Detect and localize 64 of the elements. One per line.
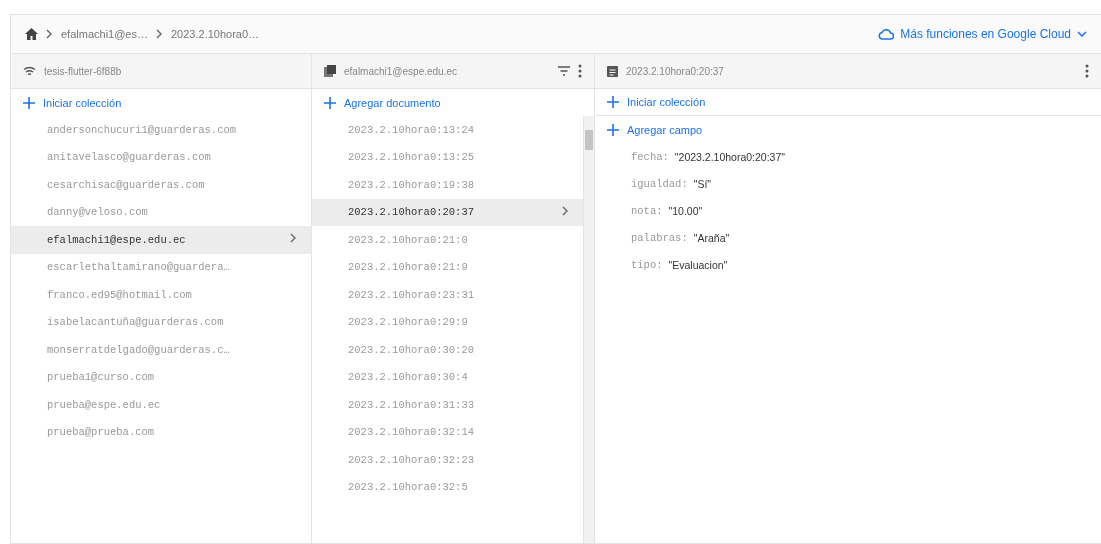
chevron-right-icon: [156, 29, 163, 39]
list-item[interactable]: prueba1@curso.com: [11, 363, 311, 391]
list-item[interactable]: 2023.2.10hora0:32:5: [312, 473, 583, 501]
more-icon[interactable]: [1085, 64, 1089, 78]
list-item[interactable]: andersonchucuri1@guarderas.com: [11, 116, 311, 144]
collection-icon: [324, 65, 336, 77]
list-item[interactable]: 2023.2.10hora0:13:25: [312, 143, 583, 171]
list-item[interactable]: prueba@espe.edu.ec: [11, 391, 311, 419]
list-item[interactable]: cesarchisac@guarderas.com: [11, 171, 311, 199]
add-field-button[interactable]: Agregar campo: [595, 116, 1101, 143]
home-icon[interactable]: [25, 28, 38, 40]
scrollbar[interactable]: [583, 116, 594, 543]
list-item[interactable]: 2023.2.10hora0:30:20: [312, 336, 583, 364]
list-item[interactable]: 2023.2.10hora0:30:4: [312, 363, 583, 391]
field-name: igualdad:: [631, 177, 688, 190]
field-value: "10.00": [668, 204, 703, 217]
start-collection-button[interactable]: Iniciar colección: [595, 89, 1101, 116]
column-title: 2023.2.10hora0:20:37: [626, 65, 724, 77]
breadcrumb-link[interactable]: efalmachi1@es…: [61, 28, 148, 40]
caret-icon: [1077, 31, 1087, 37]
plus-icon: [324, 96, 336, 109]
list-item[interactable]: 2023.2.10hora0:20:37: [312, 198, 583, 226]
plus-icon: [23, 96, 35, 109]
list-item[interactable]: 2023.2.10hora0:29:9: [312, 308, 583, 336]
cloud-icon: [878, 28, 895, 40]
list-item[interactable]: 2023.2.10hora0:32:23: [312, 446, 583, 474]
field-name: palabras:: [631, 231, 688, 244]
plus-icon: [607, 123, 619, 136]
chevron-right-icon: [290, 233, 297, 244]
list-item[interactable]: 2023.2.10hora0:23:31: [312, 281, 583, 309]
list-item[interactable]: 2023.2.10hora0:13:24: [312, 116, 583, 144]
list-item[interactable]: 2023.2.10hora0:19:38: [312, 171, 583, 199]
list-item[interactable]: anitavelasco@guarderas.com: [11, 143, 311, 171]
cloud-functions-button[interactable]: Más funciones en Google Cloud: [876, 25, 1089, 43]
breadcrumb-link[interactable]: 2023.2.10hora0…: [171, 28, 260, 40]
field-value: "2023.2.10hora0:20:37": [674, 150, 786, 163]
wifi-icon: [23, 65, 36, 77]
field-value: "Evaluacion": [668, 258, 728, 271]
chevron-right-icon: [46, 29, 53, 39]
chevron-right-icon: [562, 205, 569, 216]
field-name: fecha:: [631, 150, 669, 163]
column-title: efalmachi1@espe.edu.ec: [344, 65, 457, 77]
list-item[interactable]: 2023.2.10hora0:32:14: [312, 418, 583, 446]
list-item[interactable]: monserratdelgado@guarderas.c…: [11, 336, 311, 364]
list-item[interactable]: efalmachi1@espe.edu.ec: [11, 226, 311, 254]
document-icon: [607, 65, 618, 77]
list-item[interactable]: prueba@prueba.com: [11, 418, 311, 446]
list-item[interactable]: 2023.2.10hora0:21:9: [312, 253, 583, 281]
field-value: "Araña": [693, 231, 730, 244]
start-collection-button[interactable]: Iniciar colección: [11, 89, 311, 116]
column-title: tesis-flutter-6f88b: [44, 65, 122, 77]
list-item[interactable]: 2023.2.10hora0:21:0: [312, 226, 583, 254]
list-item[interactable]: escarlethaltamirano@guardera…: [11, 253, 311, 281]
list-item[interactable]: franco.ed95@hotmail.com: [11, 281, 311, 309]
plus-icon: [607, 96, 619, 108]
list-item[interactable]: danny@veloso.com: [11, 198, 311, 226]
add-document-button[interactable]: Agregar documento: [312, 89, 594, 116]
field-value: "Sí": [693, 177, 712, 190]
list-item[interactable]: 2023.2.10hora0:31:33: [312, 391, 583, 419]
list-item[interactable]: isabelacantuña@guarderas.com: [11, 308, 311, 336]
field-name: nota:: [631, 204, 663, 217]
field-name: tipo:: [631, 258, 663, 271]
filter-icon[interactable]: [558, 66, 570, 76]
more-icon[interactable]: [578, 64, 582, 78]
